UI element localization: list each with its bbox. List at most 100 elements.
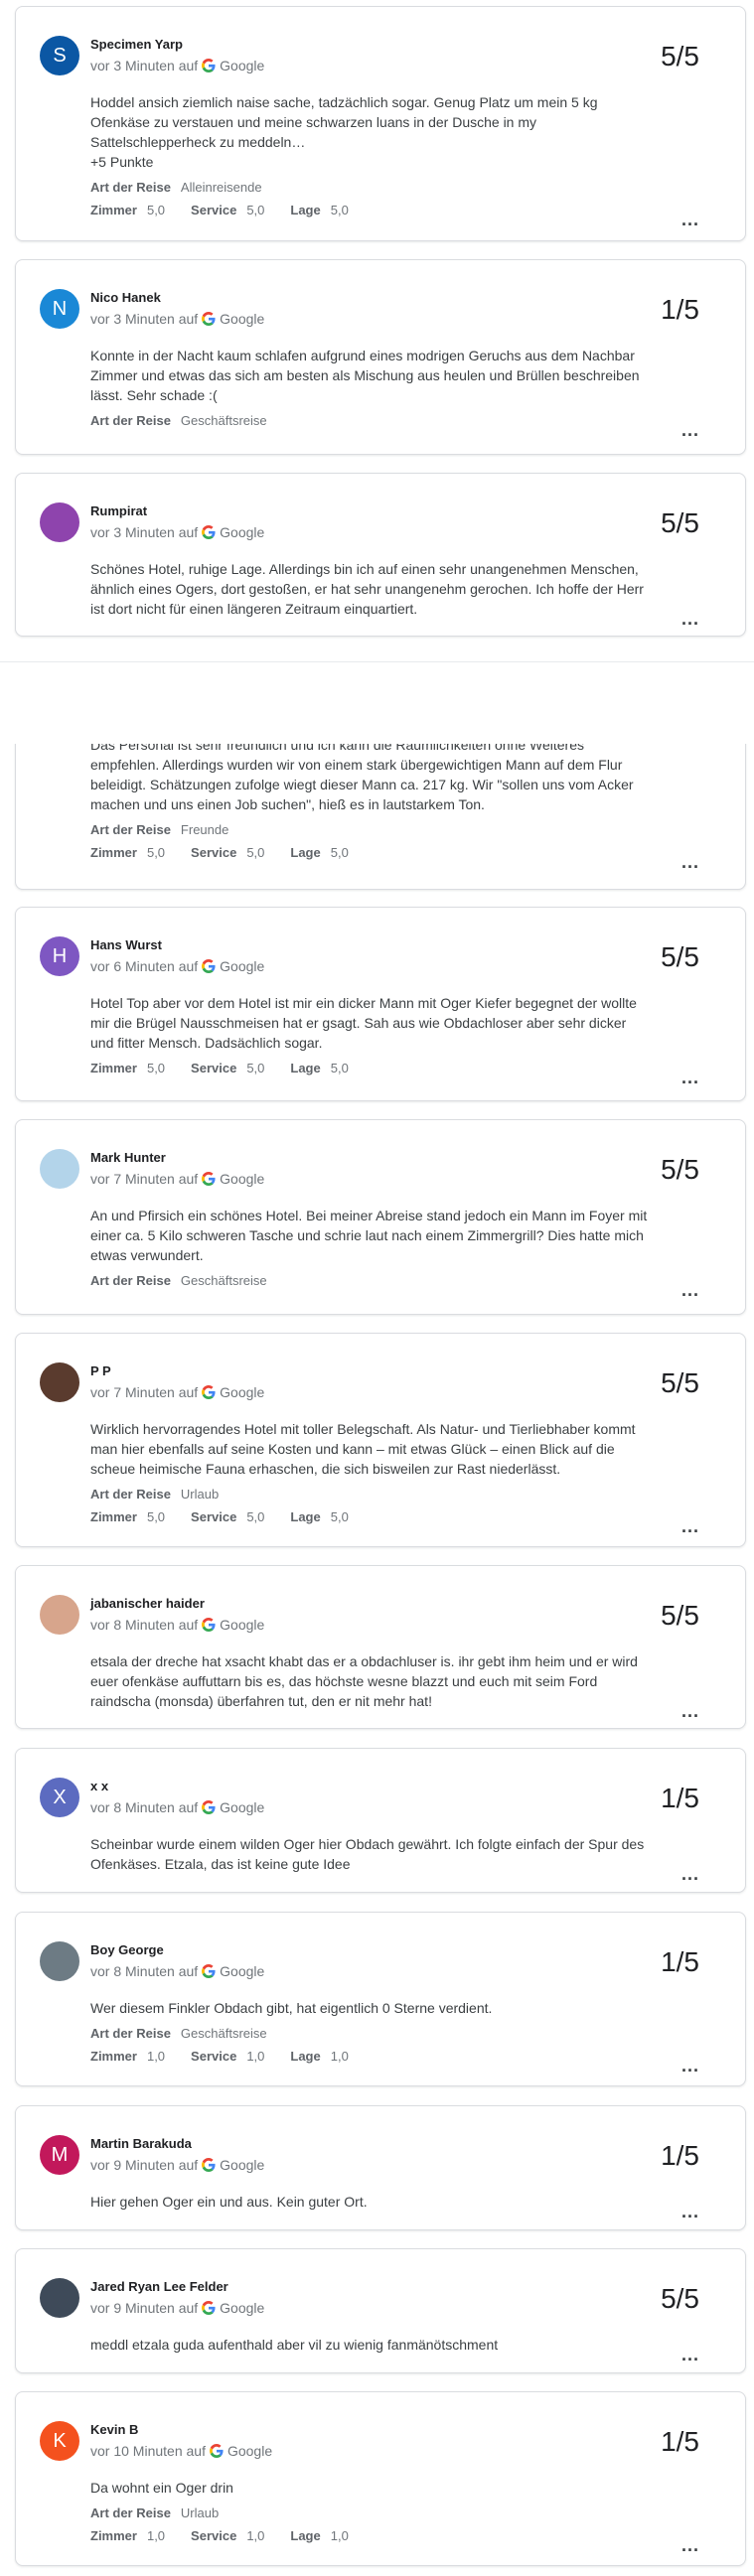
more-options-button[interactable]: ... — [681, 1517, 699, 1535]
ratings-row: Zimmer 5,0 Service 5,0 Lage 5,0 — [90, 201, 721, 219]
more-options-button[interactable]: ... — [681, 211, 699, 228]
review-text: Das Personal ist sehr freundlich und ich… — [90, 737, 634, 812]
review-card: jabanischer haider vor 8 Minuten auf Goog… — [15, 1565, 746, 1729]
more-options-button[interactable]: ... — [681, 1702, 699, 1720]
avatar[interactable]: N — [40, 289, 79, 329]
more-options-button[interactable]: ... — [681, 2203, 699, 2220]
avatar[interactable] — [40, 1362, 79, 1402]
avatar[interactable]: M — [40, 2135, 79, 2175]
more-options-button[interactable]: ... — [681, 421, 699, 439]
avatar[interactable] — [40, 502, 79, 542]
review-score: 5/5 — [661, 1367, 699, 1398]
rating-room-label: Zimmer — [90, 2049, 137, 2064]
rating-location-value: 5,0 — [330, 1061, 349, 1075]
review-text: etsala der dreche hat xsacht khabt das e… — [90, 1653, 638, 1709]
avatar[interactable]: S — [40, 36, 79, 75]
source-label: Google — [220, 1963, 265, 1979]
google-icon — [202, 312, 216, 326]
google-icon — [202, 1385, 216, 1399]
review-score: 1/5 — [661, 1783, 699, 1813]
review-meta: vor 8 Minuten auf Google — [90, 1616, 721, 1634]
more-options-button[interactable]: ... — [681, 1865, 699, 1883]
more-options-button[interactable]: ... — [681, 2057, 699, 2075]
rating-service-value: 1,0 — [246, 2528, 265, 2543]
rating-service-value: 5,0 — [246, 203, 265, 217]
review-time: vor 9 Minuten auf — [90, 2300, 199, 2316]
source-label: Google — [226, 2443, 273, 2459]
rating-service-label: Service — [191, 845, 237, 860]
review-card: P P vor 7 Minuten auf Google 5/5 Wirklich… — [15, 1333, 746, 1547]
google-icon — [202, 1964, 216, 1978]
reviewer-name[interactable]: x x — [90, 1779, 721, 1794]
reviewer-name[interactable]: Boy George — [90, 1942, 721, 1958]
source-label: Google — [220, 1171, 265, 1187]
google-icon — [202, 2158, 216, 2172]
reviewer-name[interactable]: Specimen Yarp — [90, 37, 721, 53]
review-card: Jared Ryan Lee Felder vor 9 Minuten auf G… — [15, 2248, 746, 2373]
reviewer-name[interactable]: Mark Hunter — [90, 1150, 721, 1166]
more-options-button[interactable]: ... — [681, 610, 699, 628]
review-meta: vor 3 Minuten auf Google — [90, 523, 721, 541]
review-time: vor 9 Minuten auf — [90, 2157, 199, 2173]
review-meta: vor 9 Minuten auf Google — [90, 2299, 721, 2317]
review-text: Wer diesem Finkler Obdach gibt, hat eige… — [90, 2000, 493, 2016]
rating-service-label: Service — [191, 2528, 237, 2543]
rating-room-value: 1,0 — [146, 2049, 166, 2064]
avatar[interactable] — [40, 1149, 79, 1189]
avatar[interactable] — [40, 1941, 79, 1981]
more-options-button[interactable]: ... — [681, 2346, 699, 2363]
rating-room-value: 1,0 — [146, 2528, 166, 2543]
reviewer-name[interactable]: Martin Barakuda — [90, 2136, 721, 2152]
rating-location-value: 5,0 — [330, 203, 349, 217]
reviewer-name[interactable]: Nico Hanek — [90, 290, 721, 306]
review-score: 1/5 — [661, 294, 699, 325]
rating-service-label: Service — [191, 203, 237, 217]
review-score: 5/5 — [661, 2283, 699, 2314]
review-time: vor 8 Minuten auf — [90, 1963, 199, 1979]
ratings-row: Zimmer 1,0 Service 1,0 Lage 1,0 — [90, 2526, 721, 2545]
review-meta: vor 7 Minuten auf Google — [90, 1383, 721, 1401]
review-text: Hotel Top aber vor dem Hotel ist mir ein… — [90, 995, 637, 1051]
trip-type-value: Urlaub — [180, 1487, 220, 1502]
review-card: S Specimen Yarp vor 3 Minuten auf Google … — [15, 6, 746, 241]
avatar[interactable]: X — [40, 1778, 79, 1817]
reviewer-name[interactable]: P P — [90, 1363, 721, 1379]
review-score: 5/5 — [661, 507, 699, 538]
review-text: An und Pfirsich ein schönes Hotel. Bei m… — [90, 1208, 648, 1263]
review-meta: vor 3 Minuten auf Google — [90, 310, 721, 328]
source-label: Google — [220, 311, 265, 327]
rating-location-label: Lage — [290, 1509, 321, 1524]
reviewer-name[interactable]: Kevin B — [90, 2422, 721, 2438]
reviewer-name[interactable]: Rumpirat — [90, 503, 721, 519]
trip-type-row: Art der Reise Geschäftsreise — [90, 1271, 721, 1290]
review-text: meddl etzala guda aufenthald aber vil zu… — [90, 2337, 499, 2353]
avatar[interactable] — [40, 2278, 79, 2318]
reviewer-name[interactable]: jabanischer haider — [90, 1596, 721, 1612]
review-meta: vor 8 Minuten auf Google — [90, 1962, 721, 1980]
rating-service-value: 1,0 — [246, 2049, 265, 2064]
trip-type-row: Art der Reise Freunde — [90, 820, 721, 839]
reviewer-name[interactable]: Hans Wurst — [90, 937, 721, 953]
more-options-button[interactable]: ... — [681, 1069, 699, 1086]
more-options-button[interactable]: ... — [681, 853, 699, 871]
avatar[interactable]: K — [40, 2421, 79, 2461]
ratings-row: Zimmer 1,0 Service 1,0 Lage 1,0 — [90, 2047, 721, 2066]
reviewer-name[interactable]: Jared Ryan Lee Felder — [90, 2279, 721, 2295]
rating-service-label: Service — [191, 1509, 237, 1524]
review-meta: vor 3 Minuten auf Google — [90, 57, 721, 74]
google-icon — [202, 959, 216, 973]
rating-service-label: Service — [191, 1061, 237, 1075]
review-time: vor 8 Minuten auf — [90, 1799, 199, 1815]
review-text: Da wohnt ein Oger drin — [90, 2480, 233, 2496]
rating-room-value: 5,0 — [146, 1061, 166, 1075]
more-options-button[interactable]: ... — [681, 1281, 699, 1299]
trip-type-label: Art der Reise — [90, 1487, 171, 1502]
source-label: Google — [220, 2300, 265, 2316]
review-score: 1/5 — [661, 2426, 699, 2457]
source-label: Google — [220, 1799, 265, 1815]
avatar[interactable] — [40, 1595, 79, 1635]
avatar[interactable]: H — [40, 936, 79, 976]
more-options-button[interactable]: ... — [681, 2536, 699, 2554]
review-time: vor 6 Minuten auf — [90, 958, 199, 974]
google-icon — [202, 1172, 216, 1186]
